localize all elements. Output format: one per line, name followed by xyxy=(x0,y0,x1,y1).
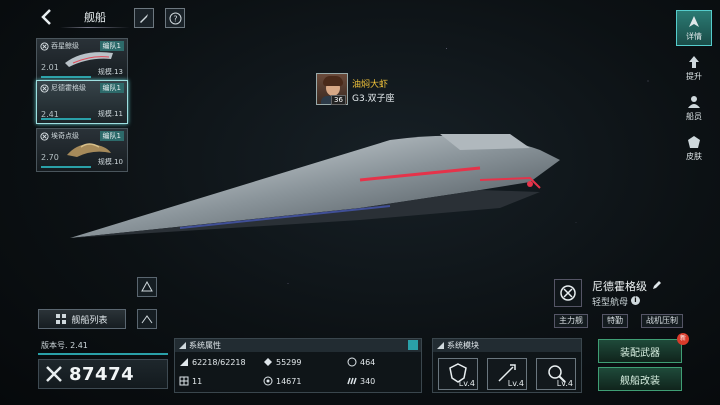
attr-value: 340 xyxy=(360,376,376,386)
system-modules-panel: 系统模块 Lv.4 Lv.4 Lv.4 xyxy=(432,338,582,393)
ship-detail-icon xyxy=(689,15,699,27)
combat-power-value: 87474 xyxy=(69,363,135,385)
captain-location: G3.双子座 xyxy=(352,94,395,104)
attr-value: 62218/62218 xyxy=(192,357,246,367)
crosshair-icon xyxy=(560,285,576,301)
avatar-hair xyxy=(323,76,343,86)
version-label: 版本号. 2.41 xyxy=(38,339,168,355)
ship-card-2[interactable]: 尼德霍格级 编队1 2.41 规模.11 xyxy=(36,80,128,124)
help-icon: ? xyxy=(169,12,181,24)
rocket-icon xyxy=(140,14,148,23)
attr-value: 55299 xyxy=(276,357,302,367)
system-attributes-panel: 系统属性 62218/62218 55299 464 11 14671 340 xyxy=(174,338,422,393)
chevron-left-icon xyxy=(41,9,51,25)
new-badge: 新 xyxy=(677,333,689,345)
attr-target: 14671 xyxy=(263,376,301,386)
crossed-swords-icon xyxy=(46,366,62,382)
attr-value: 11 xyxy=(192,376,203,386)
ship-tag: 主力舰 xyxy=(554,314,588,328)
nav-tab-label: 皮肤 xyxy=(686,151,702,161)
nav-tab-label: 详情 xyxy=(686,31,702,41)
ship-card-name: 吞星鲸级 xyxy=(51,42,79,50)
nav-tab-label: 提升 xyxy=(686,71,702,81)
fleet-badge: 编队1 xyxy=(99,83,124,93)
module-level: Lv.4 xyxy=(458,379,475,388)
attr-grid: 11 xyxy=(179,376,202,386)
fleet-badge: 编队1 xyxy=(99,41,124,51)
rocket-button[interactable] xyxy=(134,8,154,28)
panel-header: 系统属性 xyxy=(175,339,421,352)
ship-class-icon xyxy=(40,42,49,51)
upgrade-arrow-icon xyxy=(689,55,699,68)
fleet-list-label: 舰船列表 xyxy=(71,315,108,326)
fleet-list-button[interactable]: 舰船列表 xyxy=(38,309,126,329)
panel-header: 系统模块 xyxy=(433,339,581,352)
formation-icon xyxy=(141,281,153,292)
ship-switch-button[interactable] xyxy=(137,309,157,329)
captain-level: 36 xyxy=(331,95,346,105)
module-level: Lv.4 xyxy=(507,379,524,388)
attr-shield: 464 xyxy=(347,357,375,367)
ship-class-badge xyxy=(554,279,582,307)
nav-tab-label: 船员 xyxy=(686,111,702,121)
attr-armor: 55299 xyxy=(263,357,301,367)
ship-card-power: 2.70 xyxy=(41,153,59,162)
modify-ship-button[interactable]: 舰船改装 xyxy=(598,367,682,391)
attr-value: 464 xyxy=(360,357,376,367)
title-underline xyxy=(60,27,130,28)
info-icon[interactable]: i xyxy=(631,296,640,305)
nav-tab-crew[interactable]: 船员 xyxy=(676,90,712,126)
combat-power: 87474 xyxy=(38,359,168,389)
attr-hull: 62218/62218 xyxy=(179,357,246,367)
ship-class-icon xyxy=(40,84,49,93)
main-ship-model xyxy=(70,134,560,238)
panel-title: 系统属性 xyxy=(189,341,221,350)
attr-value: 14671 xyxy=(276,376,302,386)
nav-tab-upgrade[interactable]: 提升 xyxy=(676,50,712,86)
module-level: Lv.4 xyxy=(556,379,573,388)
ship-name: 尼德霍格级 xyxy=(592,280,647,293)
wing-icon xyxy=(141,315,153,324)
corner-icon xyxy=(437,342,444,349)
ship-tag: 战机压制 xyxy=(641,314,683,328)
skin-icon xyxy=(688,135,700,148)
ship-card-power: 2.01 xyxy=(41,63,59,72)
edit-icon[interactable] xyxy=(652,280,662,290)
attr-speed: 340 xyxy=(347,376,375,386)
armor-icon xyxy=(264,358,272,366)
nav-tab-skin[interactable]: 皮肤 xyxy=(676,130,712,166)
back-button[interactable] xyxy=(38,8,56,26)
ship-card-name: 尼德霍格级 xyxy=(51,84,86,92)
ship-tag: 特勤 xyxy=(602,314,628,328)
ship-card-bar xyxy=(41,76,91,78)
ship-class-icon xyxy=(40,132,49,141)
panel-title: 系统模块 xyxy=(447,341,479,350)
captain-name: 油焖大虾 xyxy=(352,80,389,90)
page-title: 舰船 xyxy=(84,11,106,24)
module-slot-armor[interactable]: Lv.4 xyxy=(438,358,478,390)
svg-text:?: ? xyxy=(173,14,177,23)
hull-icon xyxy=(180,358,188,366)
grid-icon xyxy=(56,314,67,324)
ship-card-1[interactable]: 吞星鲸级 编队1 2.01 规模.13 xyxy=(36,38,128,82)
expand-button[interactable] xyxy=(408,340,418,350)
ship-type: 轻型航母 xyxy=(592,298,629,308)
shield-icon xyxy=(347,357,357,367)
fleet-formation-button[interactable] xyxy=(137,277,157,297)
help-button[interactable]: ? xyxy=(165,8,185,28)
ship-card-scale: 规模.11 xyxy=(97,110,123,118)
module-slot-radar[interactable]: Lv.4 xyxy=(536,358,576,390)
module-slot-missile[interactable]: Lv.4 xyxy=(487,358,527,390)
equip-weapon-button[interactable]: 装配武器 xyxy=(598,339,682,363)
corner-icon xyxy=(179,342,186,349)
ship-card-scale: 规模.13 xyxy=(97,68,123,76)
grid-icon xyxy=(179,376,189,386)
nav-tab-details[interactable]: 详情 xyxy=(676,10,712,46)
speed-icon xyxy=(347,377,357,385)
crew-icon xyxy=(688,95,700,108)
target-icon xyxy=(263,376,273,386)
